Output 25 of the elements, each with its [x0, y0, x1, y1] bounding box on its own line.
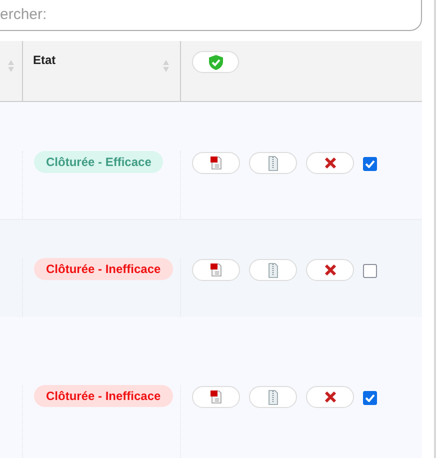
- checkbox[interactable]: [363, 391, 377, 405]
- cross-icon: [324, 157, 336, 169]
- zip-file-icon: [268, 156, 278, 170]
- status-badge: Clôturée - Inefficace: [34, 385, 173, 407]
- pdf-file-icon: [210, 390, 222, 404]
- pdf-file-icon: [210, 263, 222, 277]
- pdf-button[interactable]: [192, 386, 240, 408]
- zip-file-icon: [268, 262, 278, 278]
- pdf-file-icon: [210, 156, 222, 170]
- cross-icon: [324, 264, 336, 276]
- column-header[interactable]: Etat: [33, 53, 56, 67]
- cross-icon: [324, 391, 336, 403]
- pdf-button[interactable]: [192, 152, 240, 174]
- checkbox[interactable]: [363, 264, 377, 278]
- status-badge: Clôturée - Inefficace: [34, 258, 173, 280]
- zip-file-icon: [268, 390, 278, 404]
- delete-button[interactable]: [306, 259, 354, 281]
- validate-button[interactable]: [192, 51, 239, 73]
- pdf-button[interactable]: [192, 259, 240, 281]
- status-badge: Clôturée - Efficace: [34, 151, 164, 173]
- checkbox[interactable]: [363, 157, 377, 171]
- search-field[interactable]: ercher:: [0, 0, 422, 31]
- shield-check-icon: [208, 54, 224, 70]
- delete-button[interactable]: [306, 152, 354, 174]
- delete-button[interactable]: [306, 386, 354, 408]
